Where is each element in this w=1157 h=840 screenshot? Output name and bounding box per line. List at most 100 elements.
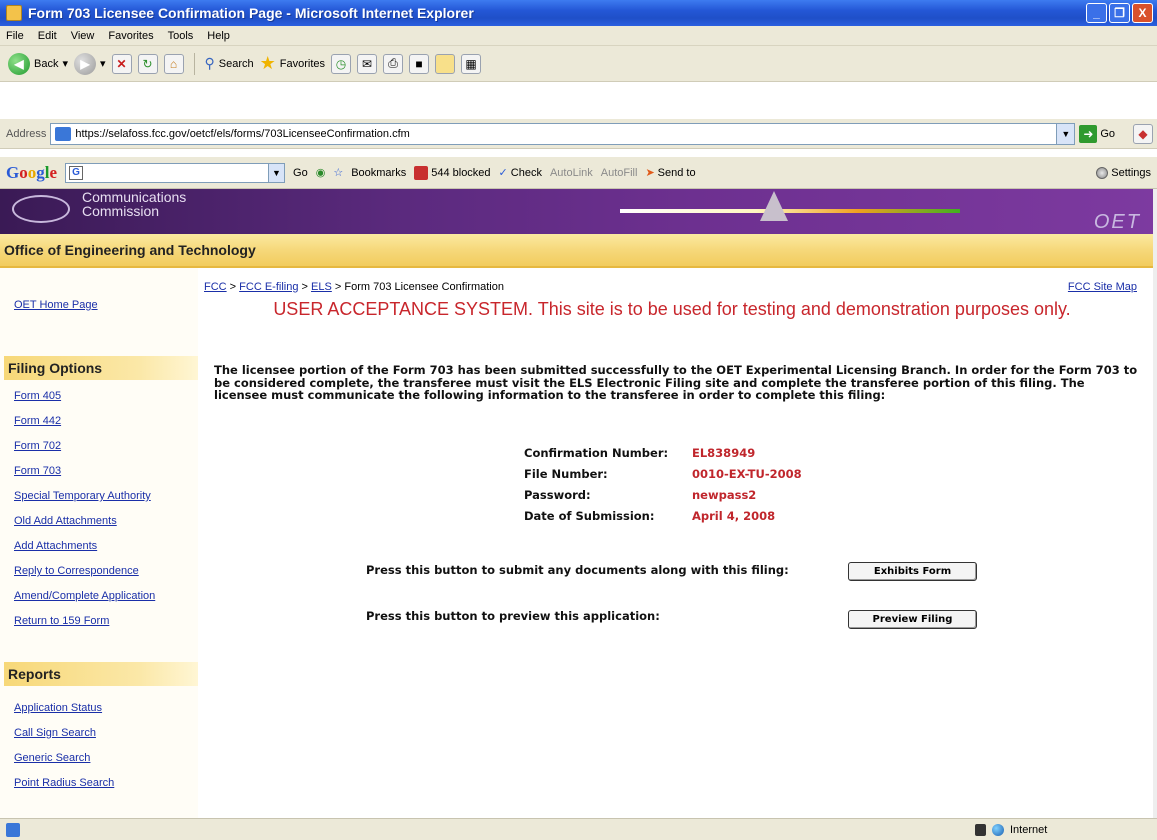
back-button[interactable]: ◀ Back ▾ xyxy=(8,52,68,75)
breadcrumb-els[interactable]: ELS xyxy=(311,281,332,293)
google-settings-button[interactable]: Settings xyxy=(1096,166,1151,179)
breadcrumb-separator: > xyxy=(301,281,308,293)
go-label: Go xyxy=(1100,127,1116,140)
bookmark-star-icon[interactable]: ☆ xyxy=(333,166,343,179)
page-status-icon xyxy=(6,822,20,837)
google-search-input[interactable]: G ▼ xyxy=(65,162,286,183)
preview-filing-button[interactable]: Preview Filing xyxy=(848,610,977,629)
popup-blocker-button[interactable]: 544 blocked xyxy=(414,165,491,180)
menu-tools[interactable]: Tools xyxy=(168,30,194,42)
favorites-button[interactable]: ★ Favorites xyxy=(260,53,325,74)
status-bar: Internet xyxy=(0,818,1157,840)
home-icon[interactable]: ⌂ xyxy=(163,53,184,74)
popup-blocker-icon xyxy=(414,165,429,180)
history-icon[interactable]: ◷ xyxy=(331,53,352,74)
breadcrumb-fcc[interactable]: FCC xyxy=(204,281,227,293)
sidebar-item-form-405[interactable]: Form 405 xyxy=(14,390,61,402)
pagerank-icon: ◉ xyxy=(315,167,326,179)
menu-view[interactable]: View xyxy=(71,30,95,42)
search-icon: ⚲ xyxy=(204,55,215,71)
sidebar-item-form-442[interactable]: Form 442 xyxy=(14,415,61,427)
uat-notice: USER ACCEPTANCE SYSTEM. This site is to … xyxy=(273,299,1071,319)
confirmation-number-label: Confirmation Number: xyxy=(524,446,669,460)
maximize-button[interactable]: ❐ xyxy=(1109,3,1130,23)
chevron-down-icon: ▾ xyxy=(100,58,106,70)
sidebar-item-oet-home[interactable]: OET Home Page xyxy=(14,299,98,311)
sidebar-item-return-to-159-form[interactable]: Return to 159 Form xyxy=(14,615,109,627)
forward-arrow-icon: ▶ xyxy=(74,52,96,75)
exhibits-prompt: Press this button to submit any document… xyxy=(366,563,789,577)
address-label: Address xyxy=(6,127,47,140)
sidebar-item-application-status[interactable]: Application Status xyxy=(14,702,102,714)
send-to-button[interactable]: ➤ Send to xyxy=(645,166,695,180)
intro-paragraph: The licensee portion of the Form 703 has… xyxy=(214,363,1138,402)
site-map-link[interactable]: FCC Site Map xyxy=(1068,281,1137,293)
sidebar-item-point-radius-search[interactable]: Point Radius Search xyxy=(14,777,114,789)
exhibits-form-button[interactable]: Exhibits Form xyxy=(848,562,977,581)
prism-graphic xyxy=(760,191,788,221)
sidebar-item-special-temporary-authority[interactable]: Special Temporary Authority xyxy=(14,490,151,502)
google-go-button[interactable]: Go xyxy=(293,167,308,179)
chevron-down-icon[interactable]: ▼ xyxy=(268,163,285,182)
print-icon[interactable]: ⎙ xyxy=(383,53,404,74)
chevron-down-icon: ▾ xyxy=(62,58,68,70)
address-bar: Address https://selafoss.fcc.gov/oetcf/e… xyxy=(0,119,1157,149)
sidebar-item-form-702[interactable]: Form 702 xyxy=(14,440,61,452)
google-logo: Google xyxy=(6,162,58,182)
forward-button[interactable]: ▶ ▾ xyxy=(74,52,106,75)
window-title: Form 703 Licensee Confirmation Page - Mi… xyxy=(28,5,474,21)
close-button[interactable]: X xyxy=(1132,3,1153,23)
sidebar-item-old-add-attachments[interactable]: Old Add Attachments xyxy=(14,515,117,527)
fcc-seal-icon xyxy=(12,195,70,223)
google-toolbar: Google G ▼ Go ◉ ☆ Bookmarks 544 blocked … xyxy=(0,157,1157,189)
chevron-down-icon[interactable]: ▼ xyxy=(1056,123,1075,144)
sidebar-item-reply-to-correspondence[interactable]: Reply to Correspondence xyxy=(14,565,139,577)
refresh-icon[interactable]: ↻ xyxy=(137,53,158,74)
search-button[interactable]: ⚲ Search xyxy=(205,55,254,72)
menu-bar: File Edit View Favorites Tools Help xyxy=(0,26,1157,46)
google-g-icon: G xyxy=(69,165,84,180)
office-band: Office of Engineering and Technology xyxy=(0,234,1157,268)
sidebar-item-generic-search[interactable]: Generic Search xyxy=(14,752,90,764)
main-content: FCC > FCC E-filing > ELS > Form 703 Lice… xyxy=(198,268,1153,818)
autofill-button[interactable]: AutoFill xyxy=(601,167,638,179)
breadcrumb-separator: > xyxy=(334,281,342,293)
security-zone: Internet xyxy=(975,823,1047,836)
file-number-label: File Number: xyxy=(524,467,608,481)
send-arrow-icon: ➤ xyxy=(645,167,655,179)
address-input[interactable]: https://selafoss.fcc.gov/oetcf/els/forms… xyxy=(50,122,1076,145)
mail-icon[interactable]: ✉ xyxy=(357,53,378,74)
edit-icon[interactable]: ■ xyxy=(409,53,430,74)
favorites-label: Favorites xyxy=(279,57,326,70)
date-of-submission-value: April 4, 2008 xyxy=(692,509,776,523)
minimize-button[interactable]: _ xyxy=(1086,3,1107,23)
menu-edit[interactable]: Edit xyxy=(38,30,57,42)
sidebar-item-amend-complete-application[interactable]: Amend/Complete Application xyxy=(14,590,155,602)
fcc-banner: Communications Commission OET xyxy=(0,189,1157,234)
lock-icon xyxy=(975,823,986,836)
sidebar-item-add-attachments[interactable]: Add Attachments xyxy=(14,540,97,552)
vertical-scrollbar[interactable] xyxy=(1153,189,1157,818)
star-icon: ★ xyxy=(259,53,276,73)
stop-icon[interactable]: ✕ xyxy=(111,53,132,74)
bookmarks-button[interactable]: Bookmarks xyxy=(351,167,406,179)
breadcrumb-fcc-efiling[interactable]: FCC E-filing xyxy=(239,281,298,293)
light-beam-graphic xyxy=(620,209,960,213)
sidebar-item-call-sign-search[interactable]: Call Sign Search xyxy=(14,727,96,739)
office-title: Office of Engineering and Technology xyxy=(4,242,256,258)
sidebar-item-form-703[interactable]: Form 703 xyxy=(14,465,61,477)
links-icon[interactable]: ◆ xyxy=(1133,123,1154,144)
research-icon[interactable]: ▦ xyxy=(461,53,482,74)
toolbar-divider xyxy=(193,52,195,75)
menu-help[interactable]: Help xyxy=(207,30,230,42)
menu-favorites[interactable]: Favorites xyxy=(108,30,153,42)
spellcheck-button[interactable]: ✓ Check xyxy=(499,166,542,180)
confirmation-number-value: EL838949 xyxy=(692,446,756,460)
go-button[interactable]: ➜ Go xyxy=(1079,124,1116,143)
notes-icon[interactable] xyxy=(435,53,456,74)
menu-file[interactable]: File xyxy=(6,30,24,42)
breadcrumb: FCC > FCC E-filing > ELS > Form 703 Lice… xyxy=(204,281,504,293)
globe-icon xyxy=(992,823,1004,836)
settings-icon xyxy=(1096,166,1109,179)
autolink-button[interactable]: AutoLink xyxy=(550,167,593,179)
